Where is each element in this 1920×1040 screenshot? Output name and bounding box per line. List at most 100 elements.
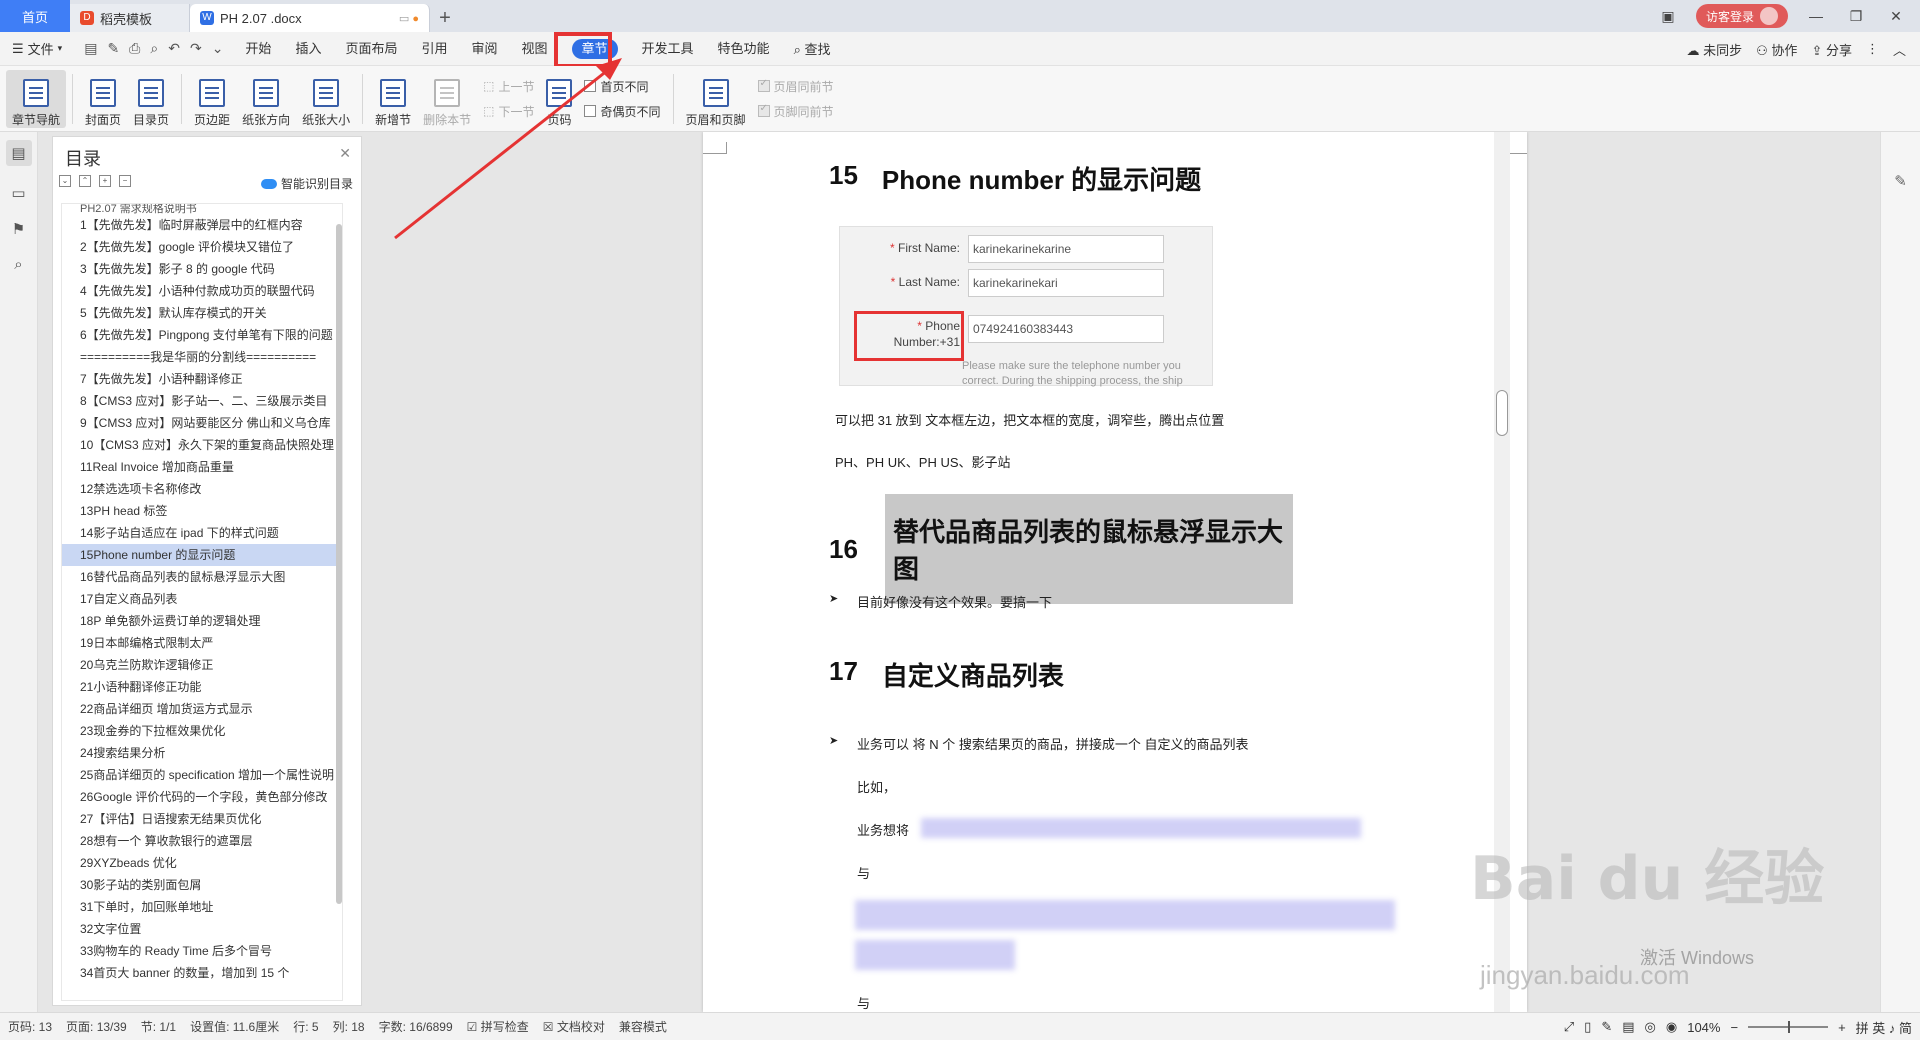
paper-size-button[interactable]: 纸张大小: [296, 70, 356, 128]
menu-features[interactable]: 特色功能: [706, 32, 782, 66]
orientation-button[interactable]: 纸张方向: [236, 70, 296, 128]
page-view-icon[interactable]: ▤: [1622, 1019, 1634, 1035]
toc-item[interactable]: 26Google 评价代码的一个字段，黄色部分修改: [62, 786, 342, 808]
embedded-screenshot[interactable]: * First Name: karinekarinekarine * Last …: [839, 226, 1213, 387]
toc-item[interactable]: 23现金券的下拉框效果优化: [62, 720, 342, 742]
toc-item[interactable]: 27【评估】日语搜索无结果页优化: [62, 808, 342, 830]
toc-item[interactable]: 18P 单免额外运费订单的逻辑处理: [62, 610, 342, 632]
toc-item[interactable]: 29XYZbeads 优化: [62, 852, 342, 874]
spell-check-toggle[interactable]: ☑ 拼写检查: [467, 1018, 529, 1035]
print-icon[interactable]: ⎙: [129, 40, 140, 57]
toc-item[interactable]: 7【先做先发】小语种翻译修正: [62, 368, 342, 390]
sync-status[interactable]: ☁ 未同步: [1687, 40, 1743, 59]
expand-all-icon[interactable]: ⌄: [59, 175, 71, 187]
toc-item[interactable]: 3【先做先发】影子 8 的 google 代码: [62, 258, 342, 280]
save-icon[interactable]: ▤: [84, 40, 97, 57]
collapse-all-icon[interactable]: ⌃: [79, 175, 91, 187]
tab-count-icon[interactable]: ▣: [1656, 8, 1680, 25]
toc-item[interactable]: 24搜索结果分析: [62, 742, 342, 764]
collapse-ribbon-icon[interactable]: ︿: [1893, 40, 1906, 59]
page-number-button[interactable]: 页码: [540, 70, 578, 128]
pen-icon[interactable]: ✎: [1894, 172, 1907, 190]
toc-item[interactable]: 8【CMS3 应对】影子站一、二、三级展示类目: [62, 390, 342, 412]
toc-item[interactable]: 32文字位置: [62, 918, 342, 940]
print-preview-icon[interactable]: ⌕: [150, 40, 158, 57]
cover-page-button[interactable]: 封面页: [79, 70, 127, 128]
undo-icon[interactable]: ↶: [168, 40, 180, 57]
prev-section-button[interactable]: ⬚ 上一节: [483, 78, 534, 95]
menu-insert[interactable]: 插入: [283, 32, 333, 66]
next-section-button[interactable]: ⬚ 下一节: [483, 103, 534, 120]
close-button[interactable]: ✕: [1884, 8, 1908, 25]
zoom-slider[interactable]: [1748, 1021, 1829, 1033]
add-heading-icon[interactable]: +: [99, 175, 111, 187]
toc-item[interactable]: 34首页大 banner 的数量，增加到 15 个: [62, 962, 342, 984]
fullscreen-icon[interactable]: ⤢: [1564, 1019, 1574, 1035]
toc-page-button[interactable]: 目录页: [127, 70, 175, 128]
menu-start[interactable]: 开始: [233, 32, 283, 66]
toc-item[interactable]: 12禁选选项卡名称修改: [62, 478, 342, 500]
status-col[interactable]: 列: 18: [333, 1018, 365, 1035]
zoom-in-icon[interactable]: +: [1838, 1020, 1846, 1035]
toc-item[interactable]: 10【CMS3 应对】永久下架的重复商品快照处理: [62, 434, 342, 456]
toc-item[interactable]: 20乌克兰防欺诈逻辑修正: [62, 654, 342, 676]
menu-page-layout[interactable]: 页面布局: [333, 32, 409, 66]
toc-item[interactable]: 22商品详细页 增加货运方式显示: [62, 698, 342, 720]
edit-mode-icon[interactable]: ✎: [1601, 1019, 1612, 1035]
status-page[interactable]: 页面: 13/39: [66, 1018, 127, 1035]
toc-scrollbar[interactable]: [336, 224, 342, 904]
toc-item[interactable]: 25商品详细页的 specification 增加一个属性说明: [62, 764, 342, 786]
menu-references[interactable]: 引用: [409, 32, 459, 66]
toc-item[interactable]: 15Phone number 的显示问题: [62, 544, 342, 566]
minimize-button[interactable]: —: [1804, 8, 1828, 24]
footer-same-checkbox[interactable]: 页脚同前节: [757, 103, 834, 120]
remove-heading-icon[interactable]: −: [119, 175, 131, 187]
status-section[interactable]: 节: 1/1: [141, 1018, 176, 1035]
tab-home[interactable]: 首页: [0, 0, 70, 32]
menu-developer[interactable]: 开发工具: [630, 32, 706, 66]
toc-item[interactable]: 6【先做先发】Pingpong 支付单笔有下限的问题: [62, 324, 342, 346]
ime-status[interactable]: 拼 英 ♪ 简: [1856, 1018, 1912, 1037]
margins-button[interactable]: 页边距: [188, 70, 236, 128]
toc-item[interactable]: 4【先做先发】小语种付款成功页的联盟代码: [62, 280, 342, 302]
collab-button[interactable]: ⚇ 协作: [1756, 40, 1797, 59]
share-button[interactable]: ⇪ 分享: [1811, 40, 1852, 59]
eye-protect-icon[interactable]: ◉: [1666, 1019, 1677, 1035]
tab-template[interactable]: D 稻壳模板: [70, 4, 190, 32]
toc-item[interactable]: 31下单时，加回账单地址: [62, 896, 342, 918]
delete-section-button[interactable]: 删除本节: [417, 70, 477, 128]
smart-toc-button[interactable]: 智能识别目录: [260, 175, 353, 192]
toc-item[interactable]: 2【先做先发】google 评价模块又错位了: [62, 236, 342, 258]
more-icon[interactable]: ⋮: [1866, 41, 1879, 57]
toc-item[interactable]: 13PH head 标签: [62, 500, 342, 522]
toc-item[interactable]: 16替代品商品列表的鼠标悬浮显示大图: [62, 566, 342, 588]
new-section-button[interactable]: 新增节: [369, 70, 417, 128]
document-page[interactable]: 15 Phone number 的显示问题 * First Name: kari…: [703, 132, 1527, 1012]
toc-panel-icon[interactable]: ▤: [5, 140, 32, 166]
toc-item[interactable]: 33购物车的 Ready Time 后多个冒号: [62, 940, 342, 962]
file-menu[interactable]: ☰ 文件 ▾: [0, 39, 74, 58]
web-view-icon[interactable]: ◎: [1645, 1019, 1656, 1035]
toc-item[interactable]: ==========我是华丽的分割线==========: [62, 346, 342, 368]
search-menu[interactable]: ⌕ 查找: [782, 39, 843, 58]
status-row[interactable]: 行: 5: [293, 1018, 318, 1035]
toc-item[interactable]: 30影子站的类别面包屑: [62, 874, 342, 896]
section-nav-button[interactable]: 章节导航: [6, 69, 67, 128]
odd-even-diff-checkbox[interactable]: 奇偶页不同: [584, 103, 661, 120]
status-page-code[interactable]: 页码: 13: [8, 1018, 52, 1035]
zoom-out-icon[interactable]: −: [1730, 1020, 1738, 1035]
guest-login-button[interactable]: 访客登录: [1695, 4, 1788, 28]
toc-item[interactable]: 9【CMS3 应对】网站要能区分 佛山和义乌仓库: [62, 412, 342, 434]
read-mode-icon[interactable]: ▯: [1584, 1019, 1591, 1035]
tab-document[interactable]: W PH 2.07 .docx ▭ ●: [190, 4, 430, 32]
toc-item[interactable]: 11Real Invoice 增加商品重量: [62, 456, 342, 478]
first-page-diff-checkbox[interactable]: 首页不同: [584, 78, 660, 95]
toc-item[interactable]: 5【先做先发】默认库存模式的开关: [62, 302, 342, 324]
scrollbar-thumb[interactable]: [1496, 390, 1508, 436]
format-painter-icon[interactable]: ✎: [107, 40, 119, 57]
status-setting[interactable]: 设置值: 11.6厘米: [190, 1018, 279, 1035]
proofread-toggle[interactable]: ☒ 文档校对: [543, 1018, 605, 1035]
customize-icon[interactable]: ⌄: [212, 40, 224, 57]
search-icon[interactable]: ⌕: [14, 256, 22, 273]
toc-item[interactable]: 19日本邮编格式限制太严: [62, 632, 342, 654]
